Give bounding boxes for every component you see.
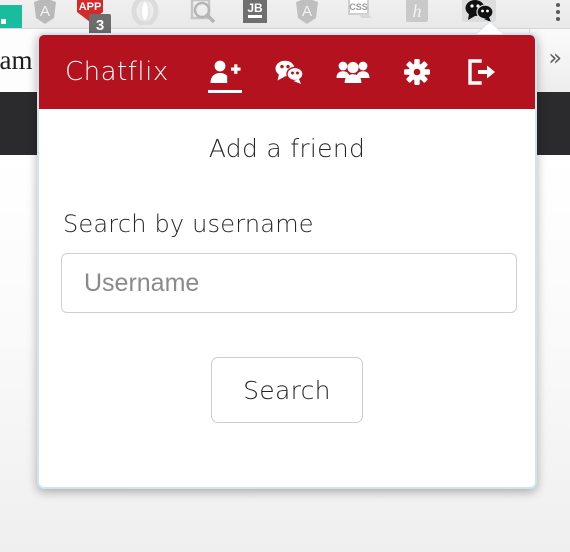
search-button[interactable]: Search [211,357,363,423]
nav-item-add-friend[interactable] [207,49,243,95]
angular-shield-icon-2[interactable]: A [290,0,324,28]
nav-item-sign-out[interactable] [463,49,499,95]
opera-ring-icon[interactable] [128,0,162,28]
nav-item-chats[interactable] [271,49,307,95]
teal-extension-icon-dot [1,19,6,24]
angular-shield-icon[interactable]: A [28,0,62,28]
teal-extension-icon[interactable] [0,5,22,28]
popup-pointer-arrow [477,22,503,34]
hyperscript-h-icon[interactable]: h [400,0,434,28]
svg-text:A: A [302,3,312,20]
background-page-cut-text: nam [0,45,33,75]
extension-popup-wrapper: Chatflix Add a friend Search by username… [37,22,537,489]
page-title: Add a friend [208,134,366,163]
nav-item-settings[interactable] [399,49,435,95]
kebab-dot-2 [556,10,560,14]
app-brand-title: Chatflix [65,57,169,87]
username-input[interactable] [61,253,517,313]
kebab-dot-1 [556,3,560,7]
popup-nav [203,49,513,95]
jetbrains-jb-icon[interactable]: JB [238,0,272,28]
svg-text:h: h [413,1,422,21]
svg-text:A: A [40,3,50,20]
svg-text:CSS: CSS [349,2,368,12]
nav-item-groups[interactable] [335,49,371,95]
kebab-dot-3 [556,17,560,21]
chatflix-popup: Chatflix Add a friend Search by username… [37,33,537,489]
svg-text:JB: JB [247,1,263,15]
css-stamp-icon[interactable]: CSS [344,0,378,28]
popup-body: Add a friend Search by username Search [39,134,535,423]
expand-chevrons-icon[interactable]: » [549,48,562,70]
search-button-row: Search [61,357,513,423]
svg-text:APP: APP [79,1,102,13]
magnifier-page-icon[interactable] [186,0,220,28]
popup-header: Chatflix [39,35,535,109]
search-field-label: Search by username [63,210,314,238]
kebab-menu-icon[interactable] [556,3,560,21]
